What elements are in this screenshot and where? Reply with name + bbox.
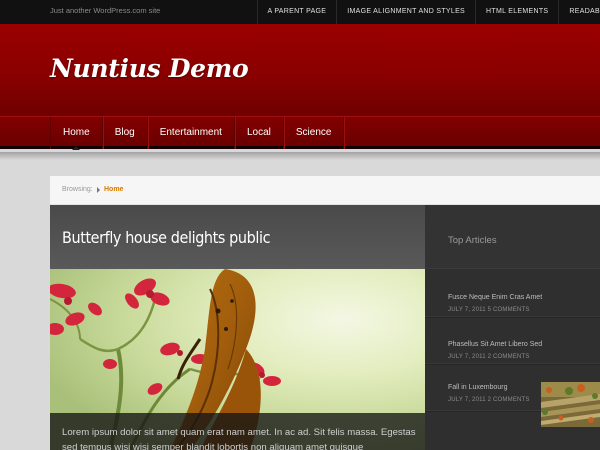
featured-excerpt: Lorem ipsum dolor sit amet quam erat nam… <box>50 413 425 450</box>
article-meta: JULY 7, 2011 5 COMMENTS <box>448 307 530 313</box>
top-articles-list: Fusce Neque Enim Cras Amet JULY 7, 2011 … <box>425 270 600 427</box>
nav-item-home[interactable]: Home <box>51 117 103 150</box>
site-header: Nuntius Demo <box>0 24 600 116</box>
top-bar: Just another WordPress.com site A PARENT… <box>0 0 600 24</box>
top-menu-item-parent-page[interactable]: A PARENT PAGE <box>256 0 337 24</box>
site-title[interactable]: Nuntius Demo <box>50 54 249 83</box>
article-meta: JULY 7, 2011 2 COMMENTS <box>448 354 530 360</box>
top-menu: A PARENT PAGE IMAGE ALIGNMENT AND STYLES… <box>256 0 600 24</box>
list-item[interactable]: Fusce Neque Enim Cras Amet JULY 7, 2011 … <box>425 270 600 317</box>
nav-item-science[interactable]: Science <box>284 117 345 149</box>
sidebar-top-articles: Top Articles Fusce Neque Enim Cras Amet … <box>425 205 600 450</box>
article-title[interactable]: Fall in Luxembourg <box>448 384 508 391</box>
list-item[interactable]: Phasellus Sit Amet Libero Sed JULY 7, 20… <box>425 317 600 364</box>
featured-article: Butterfly house delights public Lorem ip… <box>50 205 425 450</box>
article-thumbnail[interactable] <box>541 382 600 427</box>
autumn-stairs-image <box>541 382 600 427</box>
breadcrumb: Browsing: Home <box>50 176 600 205</box>
nav-item-blog[interactable]: Blog <box>103 117 148 149</box>
top-menu-item-html-elements[interactable]: HTML ELEMENTS <box>475 0 558 24</box>
top-menu-item-readability[interactable]: READAB <box>558 0 600 24</box>
breadcrumb-label: Browsing: <box>62 186 93 193</box>
sidebar-title: Top Articles <box>448 235 497 246</box>
top-menu-item-image-alignment[interactable]: IMAGE ALIGNMENT AND STYLES <box>336 0 475 24</box>
breadcrumb-current[interactable]: Home <box>104 186 123 193</box>
featured-article-title[interactable]: Butterfly house delights public <box>62 228 270 247</box>
nav-item-local[interactable]: Local <box>235 117 284 149</box>
featured-excerpt-text: Lorem ipsum dolor sit amet quam erat nam… <box>62 427 416 450</box>
article-meta: JULY 7, 2011 2 COMMENTS <box>448 397 530 403</box>
breadcrumb-arrow-icon <box>97 187 100 193</box>
article-title[interactable]: Fusce Neque Enim Cras Amet <box>448 294 542 301</box>
article-title[interactable]: Phasellus Sit Amet Libero Sed <box>448 341 542 348</box>
sidebar-header: Top Articles <box>425 205 600 269</box>
featured-title-bar: Butterfly house delights public <box>50 205 425 269</box>
main-nav: Home Blog Entertainment Local Science <box>0 116 600 150</box>
site-tagline: Just another WordPress.com site <box>50 6 161 15</box>
nav-shadow <box>0 152 600 160</box>
nav-item-entertainment[interactable]: Entertainment <box>148 117 235 149</box>
list-item[interactable]: Fall in Luxembourg JULY 7, 2011 2 COMMEN… <box>425 364 600 427</box>
